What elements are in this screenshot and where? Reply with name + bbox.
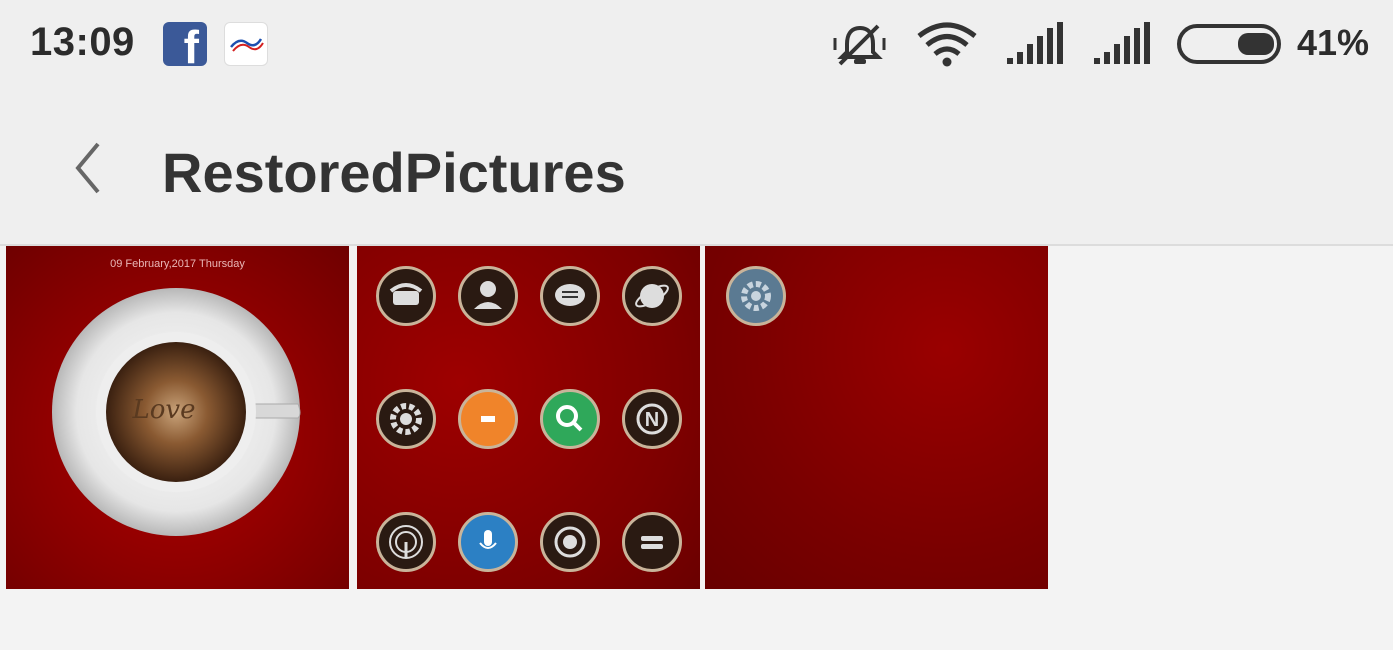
mute-icon [833,24,886,66]
browser-icon [622,266,682,326]
svg-text:N: N [645,409,659,431]
wifi-icon [917,22,977,67]
tv-app-icon [224,22,268,66]
gear-icon [726,266,786,326]
mi-icon [458,389,518,449]
search-icon [540,389,600,449]
cup-text: Love [132,395,196,425]
battery-icon [1177,24,1281,64]
facebook-icon: f [163,22,207,70]
radio-icon [376,512,436,572]
signal-icon [1007,22,1063,64]
menu-icon [622,512,682,572]
app-icons-thumbnail[interactable]: N [357,246,700,589]
mic-icon [458,512,518,572]
camera-icon [540,512,600,572]
messages-icon [540,266,600,326]
chevron-left-icon[interactable] [68,138,108,198]
phone-icon [376,266,436,326]
contacts-icon [458,266,518,326]
page-title: RestoredPictures [162,141,626,204]
title-bar: RestoredPictures [0,90,1393,246]
settings-icon [376,389,436,449]
notes-icon: N [622,389,682,449]
coffee-cup-image: Love [52,288,301,536]
battery-percent: 41% [1297,22,1370,63]
signal-icon [1094,22,1150,64]
status-bar: 13:09 f 41% [0,0,1393,90]
coffee-love-thumbnail[interactable]: 09 February,2017 Thursday Love [6,246,349,589]
red-wallpaper-thumbnail[interactable] [705,246,1048,589]
status-time: 13:09 [30,20,135,64]
